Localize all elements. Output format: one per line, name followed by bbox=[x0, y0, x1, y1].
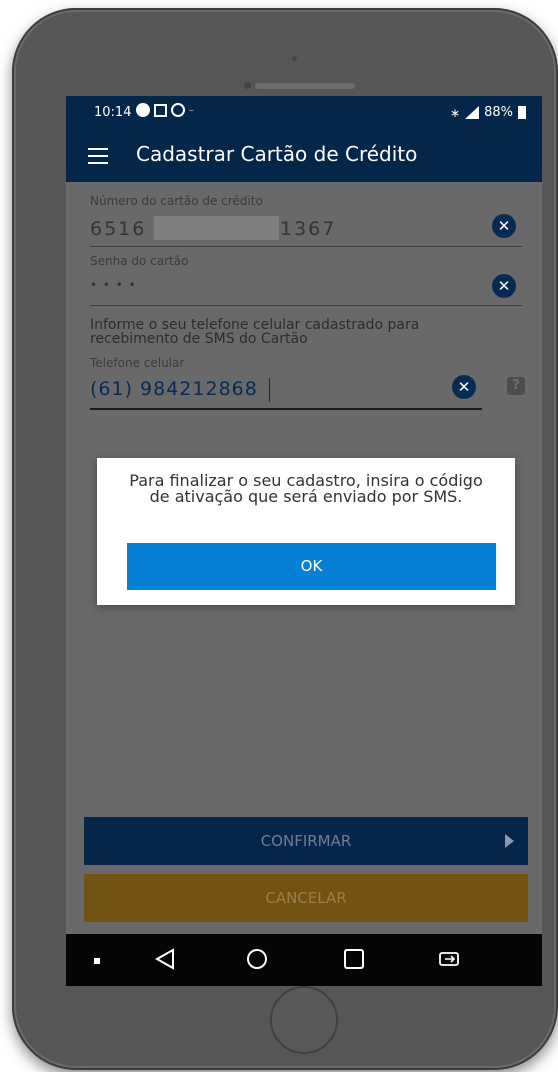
back-icon[interactable] bbox=[154, 948, 176, 970]
rotate-screen-icon[interactable] bbox=[438, 949, 460, 969]
text-caret bbox=[269, 378, 270, 402]
app-bar: Cadastrar Cartão de Crédito bbox=[66, 130, 542, 182]
hamburger-menu-icon[interactable] bbox=[88, 148, 108, 164]
android-nav-bar bbox=[66, 934, 542, 986]
status-time: 10:14 bbox=[94, 105, 132, 120]
bluetooth-icon: ∗ bbox=[450, 105, 461, 120]
nav-dot-icon bbox=[94, 958, 100, 964]
clear-phone-icon[interactable]: ✕ bbox=[452, 375, 476, 399]
home-icon[interactable] bbox=[247, 949, 267, 969]
card-number-mask bbox=[154, 216, 279, 240]
cancel-button[interactable]: CANCELAR bbox=[84, 874, 528, 922]
phone-input[interactable]: (61) 984212868 bbox=[90, 378, 258, 400]
page-title: Cadastrar Cartão de Crédito bbox=[136, 142, 418, 166]
help-icon[interactable]: ? bbox=[507, 377, 525, 395]
dialog-message: Para finalizar o seu cadastro, insira o … bbox=[129, 471, 483, 506]
phone-frame: 10:14 – ∗ 88% Cadastrar Cartão de Crédit… bbox=[12, 8, 558, 1070]
cancel-button-label: CANCELAR bbox=[265, 889, 347, 907]
recent-apps-icon[interactable] bbox=[344, 949, 364, 969]
front-camera bbox=[292, 56, 297, 61]
card-number-prefix[interactable]: 6516 bbox=[90, 218, 146, 240]
dialog-ok-button[interactable]: OK bbox=[127, 543, 496, 590]
signal-icon bbox=[465, 106, 480, 119]
status-bar: 10:14 – ∗ 88% bbox=[66, 96, 542, 130]
clear-password-icon[interactable]: ✕ bbox=[492, 274, 516, 298]
sms-info-text: Informe o seu telefone celular cadastrad… bbox=[90, 317, 420, 347]
card-number-suffix[interactable]: 1367 bbox=[280, 218, 336, 240]
confirm-button-label: CONFIRMAR bbox=[260, 832, 352, 850]
status-system-icons: ∗ 88% bbox=[450, 105, 526, 120]
battery-icon bbox=[518, 106, 526, 119]
card-number-label: Número do cartão de crédito bbox=[90, 194, 263, 208]
status-dash: – bbox=[189, 104, 194, 116]
confirm-button[interactable]: CONFIRMAR bbox=[84, 817, 528, 865]
clear-card-number-icon[interactable]: ✕ bbox=[492, 214, 516, 238]
status-notification-icons: – bbox=[136, 103, 194, 117]
phone-label: Telefone celular bbox=[90, 356, 185, 370]
battery-percent: 88% bbox=[484, 105, 513, 120]
news-icon bbox=[154, 103, 167, 117]
card-password-label: Senha do cartão bbox=[90, 254, 189, 268]
physical-home-button[interactable] bbox=[270, 986, 338, 1054]
proximity-sensor bbox=[244, 82, 251, 89]
sms-dialog: Para finalizar o seu cadastro, insira o … bbox=[97, 458, 515, 605]
screen: 10:14 – ∗ 88% Cadastrar Cartão de Crédit… bbox=[66, 96, 542, 986]
card-number-underline bbox=[90, 246, 522, 247]
phone-underline bbox=[90, 408, 482, 410]
card-password-input[interactable]: • • • • bbox=[90, 278, 137, 292]
arrow-right-icon bbox=[505, 834, 514, 848]
card-password-underline bbox=[90, 305, 522, 306]
globe-icon bbox=[171, 103, 185, 117]
spotify-icon bbox=[136, 103, 150, 117]
earpiece bbox=[255, 83, 355, 89]
